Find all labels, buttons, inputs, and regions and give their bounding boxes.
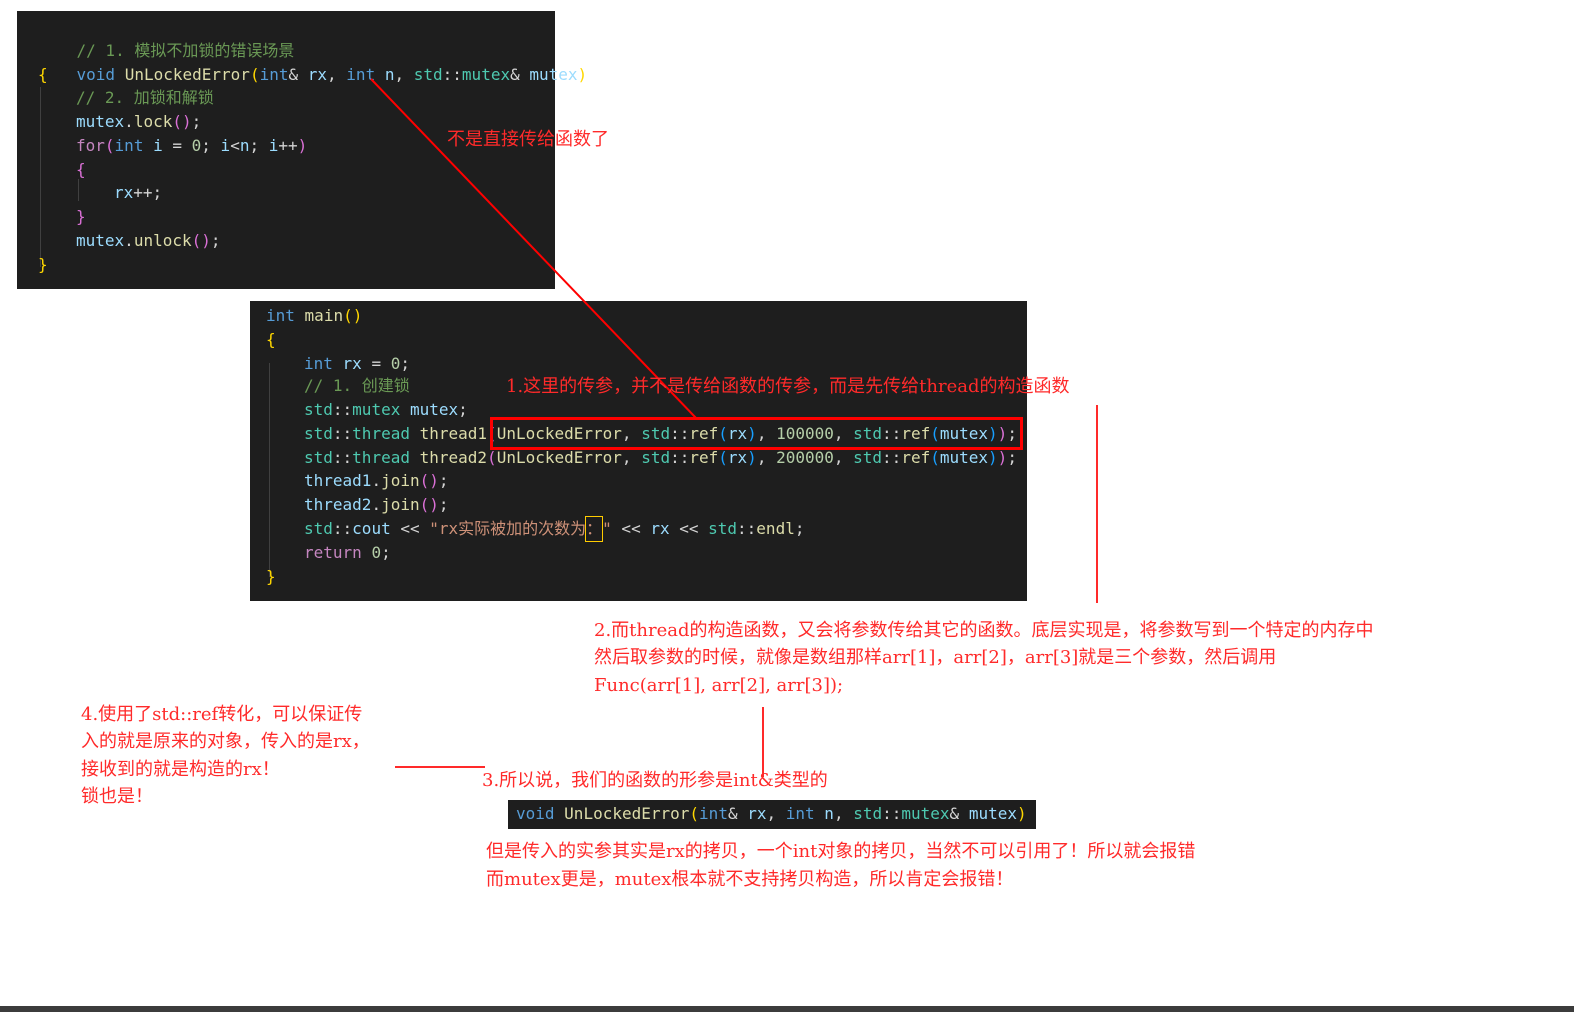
connector-vertical-line bbox=[1096, 405, 1098, 603]
annotation-line: 入的就是原来的对象，传入的是rx， bbox=[81, 731, 370, 752]
annotation-line: 4.使用了std::ref转化，可以保证传 bbox=[81, 704, 363, 725]
annotation-step-1: 1.这里的传参，并不是传给函数的传参，而是先传给thread的构造函数 bbox=[506, 376, 1070, 397]
annotation-line: 然后取参数的时候，就像是数组那样arr[1]，arr[2]，arr[3]就是三个… bbox=[594, 647, 1277, 668]
annotation-line: 而mutex更是，mutex根本就不支持拷贝构造，所以肯定会报错！ bbox=[486, 869, 1014, 890]
annotation-line: Func(arr[1], arr[2], arr[3]); bbox=[594, 675, 844, 696]
annotation-step-3: 3.所以说，我们的函数的形参是int&类型的 bbox=[482, 770, 828, 791]
annotation-not-direct: 不是直接传给函数了 bbox=[447, 129, 609, 150]
connector-horizontal-line bbox=[395, 766, 485, 768]
annotation-line: 接收到的就是构造的rx！ bbox=[81, 759, 280, 780]
annotation-line: 锁也是！ bbox=[81, 786, 153, 807]
annotation-line: 2.而thread的构造函数，又会将参数传给其它的函数。底层实现是，将参数写到一… bbox=[594, 620, 1374, 641]
bottom-border bbox=[0, 1006, 1574, 1012]
annotation-line: 但是传入的实参其实是rx的拷贝，一个int对象的拷贝，当然不可以引用了！所以就会… bbox=[486, 841, 1196, 862]
